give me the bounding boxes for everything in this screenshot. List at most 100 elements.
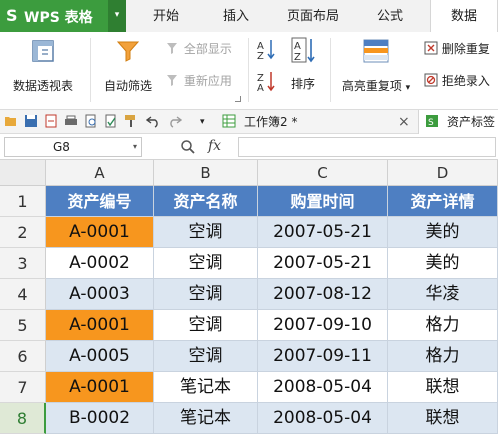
format-painter-icon[interactable] xyxy=(124,114,138,128)
export-pdf-icon[interactable] xyxy=(44,114,58,128)
table-cell[interactable]: 空调 xyxy=(154,248,258,279)
print-icon[interactable] xyxy=(64,114,78,128)
table-cell[interactable]: A-0002 xyxy=(46,248,154,279)
table-cell[interactable]: 2008-05-04 xyxy=(258,403,388,434)
table-cell[interactable]: 空调 xyxy=(154,310,258,341)
show-all-button[interactable]: 全部显示 xyxy=(166,40,232,58)
save-icon[interactable] xyxy=(24,114,38,128)
row-header-7[interactable]: 7 xyxy=(0,372,46,403)
tab-page-layout[interactable]: 页面布局 xyxy=(278,0,348,32)
formula-bar: G8 ▾ fx xyxy=(0,134,498,160)
name-box[interactable]: G8 ▾ xyxy=(4,137,142,157)
table-header-cell[interactable]: 资产名称 xyxy=(154,186,258,217)
wps-logo-icon: S xyxy=(6,6,18,25)
reapply-label: 重新应用 xyxy=(183,74,232,88)
print-preview-icon[interactable] xyxy=(84,114,98,128)
row-header-1[interactable]: 1 xyxy=(0,186,46,217)
row-header-6[interactable]: 6 xyxy=(0,341,46,372)
delete-duplicates-button[interactable]: 删除重复 xyxy=(424,40,490,58)
table-cell[interactable]: 美的 xyxy=(388,217,498,248)
table-cell[interactable]: 格力 xyxy=(388,341,498,372)
workbook-icon xyxy=(222,114,236,128)
tab-home[interactable]: 开始 xyxy=(138,0,194,32)
column-header-a[interactable]: A xyxy=(46,160,154,186)
table-cell[interactable]: A-0001 xyxy=(46,372,154,403)
sort-button[interactable]: A Z 排序 xyxy=(282,36,324,92)
pivot-table-label: 数据透视表 xyxy=(12,79,73,93)
table-cell[interactable]: A-0005 xyxy=(46,341,154,372)
close-tab-icon[interactable]: × xyxy=(398,111,410,133)
ribbon: 数据透视表 自动筛选 全部显示 重新应用 A Z Z A A Z 排序 高亮重复… xyxy=(0,32,498,110)
table-header-cell[interactable]: 资产详情 xyxy=(388,186,498,217)
table-cell[interactable]: 空调 xyxy=(154,279,258,310)
sort-label: 排序 xyxy=(290,77,315,91)
table-cell[interactable]: 华凌 xyxy=(388,279,498,310)
column-header-c[interactable]: C xyxy=(258,160,388,186)
redo-icon[interactable] xyxy=(168,114,182,128)
auto-filter-label: 自动筛选 xyxy=(103,79,152,93)
tab-insert[interactable]: 插入 xyxy=(208,0,264,32)
filter-reapply-icon xyxy=(167,75,177,86)
spell-check-icon[interactable] xyxy=(104,114,118,128)
zoom-search-icon[interactable] xyxy=(180,139,196,155)
svg-text:A: A xyxy=(257,83,264,92)
pivot-table-button[interactable]: 数据透视表 xyxy=(2,38,84,94)
name-box-dropdown-icon[interactable]: ▾ xyxy=(133,138,137,156)
wps-app-menu-button[interactable]: S WPS 表格 ▾ xyxy=(0,0,126,32)
formula-input[interactable] xyxy=(238,137,496,157)
reject-duplicates-button[interactable]: 拒绝录入 xyxy=(424,72,490,90)
table-cell[interactable]: 笔记本 xyxy=(154,372,258,403)
table-cell[interactable]: 格力 xyxy=(388,310,498,341)
row-header-5[interactable]: 5 xyxy=(0,310,46,341)
table-cell[interactable]: 2007-09-11 xyxy=(258,341,388,372)
column-header-d[interactable]: D xyxy=(388,160,498,186)
highlight-duplicates-button[interactable]: 高亮重复项 ▾ xyxy=(334,38,418,94)
highlight-duplicates-dropdown-icon[interactable]: ▾ xyxy=(406,83,411,93)
column-header-b[interactable]: B xyxy=(154,160,258,186)
document-tab-workbook2[interactable]: 工作簿2 * xyxy=(244,111,297,133)
row-header-3[interactable]: 3 xyxy=(0,248,46,279)
ribbon-separator xyxy=(90,38,91,102)
reapply-button[interactable]: 重新应用 xyxy=(166,72,232,90)
sort-descending-icon[interactable]: Z A xyxy=(256,70,276,92)
table-cell[interactable]: 笔记本 xyxy=(154,403,258,434)
tab-data[interactable]: 数据 xyxy=(430,0,498,32)
table-cell[interactable]: 联想 xyxy=(388,403,498,434)
row-header-2[interactable]: 2 xyxy=(0,217,46,248)
table-cell[interactable]: 2007-05-21 xyxy=(258,248,388,279)
svg-text:A: A xyxy=(294,41,301,52)
auto-filter-button[interactable]: 自动筛选 xyxy=(96,38,160,94)
table-cell[interactable]: B-0002 xyxy=(46,403,154,434)
highlight-duplicates-label: 高亮重复项 ▾ xyxy=(341,79,411,93)
table-cell[interactable]: A-0001 xyxy=(46,310,154,341)
document-tab-asset-labels[interactable]: S 资产标签 xyxy=(418,110,498,134)
table-header-cell[interactable]: 资产编号 xyxy=(46,186,154,217)
table-cell[interactable]: 空调 xyxy=(154,217,258,248)
show-all-label: 全部显示 xyxy=(183,42,232,56)
table-header-cell[interactable]: 购置时间 xyxy=(258,186,388,217)
dialog-launcher-icon[interactable] xyxy=(235,96,241,102)
row-header-8[interactable]: 8 xyxy=(0,403,46,434)
row-header-4[interactable]: 4 xyxy=(0,279,46,310)
insert-function-icon[interactable]: fx xyxy=(208,138,221,154)
app-menu-dropdown-icon[interactable]: ▾ xyxy=(108,0,126,32)
table-cell[interactable]: 2007-05-21 xyxy=(258,217,388,248)
undo-icon[interactable] xyxy=(146,114,160,128)
table-cell[interactable]: 2008-05-04 xyxy=(258,372,388,403)
highlight-duplicates-icon xyxy=(363,39,389,63)
table-cell[interactable]: 美的 xyxy=(388,248,498,279)
select-all-corner[interactable] xyxy=(0,160,46,186)
svg-text:Z: Z xyxy=(294,52,301,63)
sort-ascending-icon[interactable]: A Z xyxy=(256,38,276,60)
tab-formulas[interactable]: 公式 xyxy=(362,0,418,32)
open-folder-icon[interactable] xyxy=(4,114,18,128)
table-cell[interactable]: 2007-08-12 xyxy=(258,279,388,310)
filter-clear-icon xyxy=(167,43,177,54)
table-cell[interactable]: A-0003 xyxy=(46,279,154,310)
customize-toolbar-dropdown-icon[interactable]: ▾ xyxy=(200,111,205,133)
table-cell[interactable]: 联想 xyxy=(388,372,498,403)
quick-access-toolbar: ▾ 工作簿2 * × S 资产标签 xyxy=(0,110,498,134)
table-cell[interactable]: A-0001 xyxy=(46,217,154,248)
table-cell[interactable]: 空调 xyxy=(154,341,258,372)
table-cell[interactable]: 2007-09-10 xyxy=(258,310,388,341)
